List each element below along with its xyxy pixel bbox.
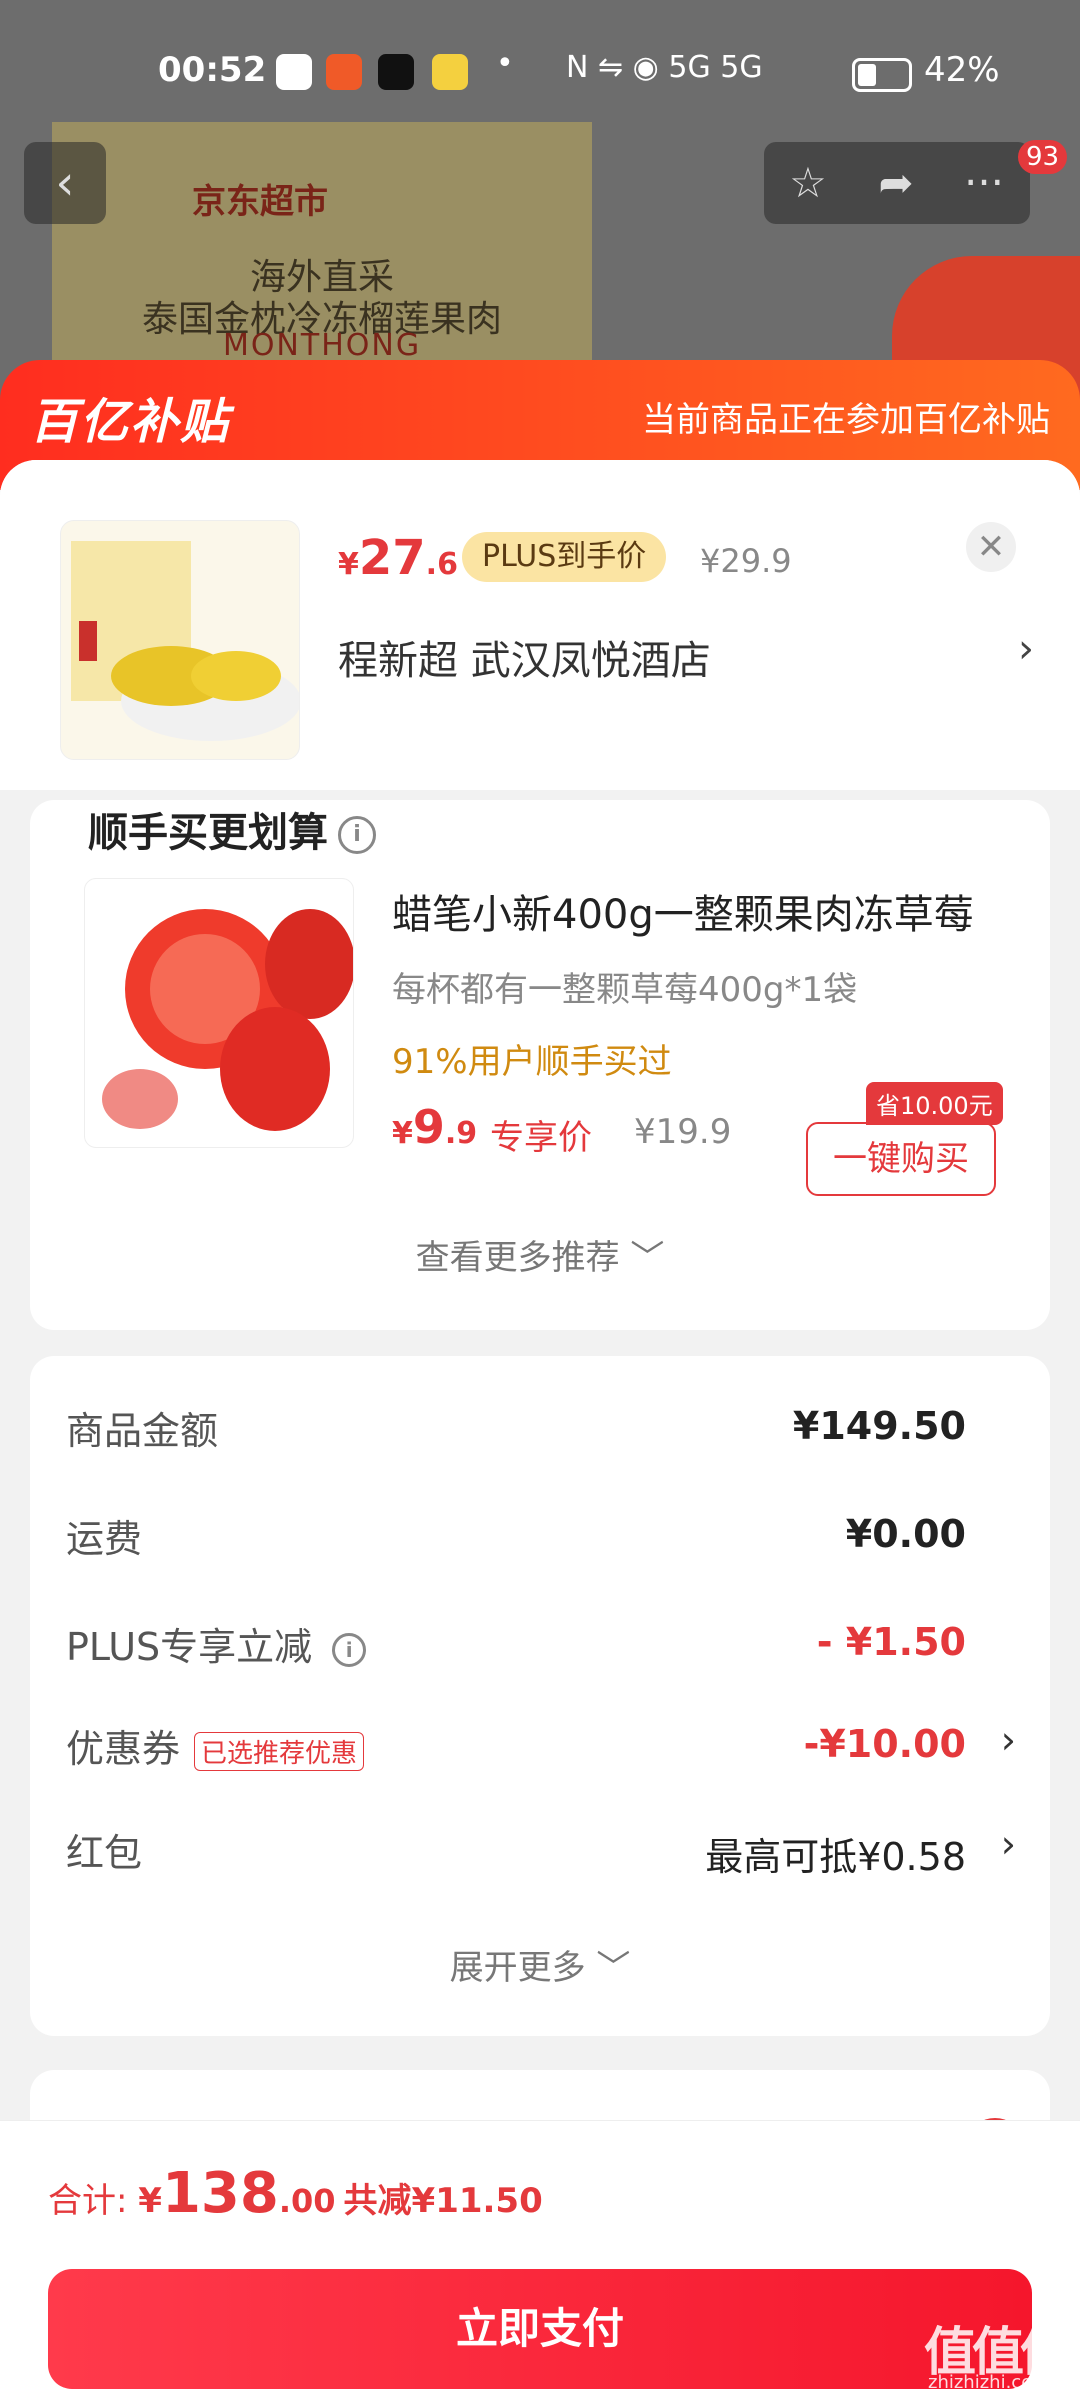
combo-price-tag: 专享价 (490, 1118, 592, 1158)
row-label: 商品金额 (66, 1409, 219, 1453)
battery-percent: 42% (924, 50, 1000, 90)
row-label: 运费 (66, 1517, 143, 1561)
combo-card: 顺手买更划算 i 蜡笔小新400g一整颗果肉冻草莓 每杯都有一整颗草莓400g*1… (30, 800, 1050, 1330)
close-icon: ✕ (976, 527, 1006, 567)
checkout-sheet: ¥27.6 PLUS到手价 ¥29.9 ✕ 程新超 武汉凤悦酒店 › 顺手买更划… (0, 460, 1080, 2400)
chevron-right-icon[interactable]: › (1001, 1822, 1016, 1866)
row-label: 红包 (66, 1831, 143, 1875)
total-label: 合计: (48, 2181, 139, 2221)
subsidy-logo: 百亿补贴 (30, 394, 231, 450)
share-icon[interactable]: ➦ (856, 142, 936, 224)
combo-price-currency: ¥ (392, 1116, 413, 1151)
row-goods-amount: 商品金额 ¥149.50 (66, 1400, 1016, 1460)
row-label: PLUS专享立减 i (66, 1616, 367, 1671)
price-int: 27 (358, 530, 426, 586)
combo-product-desc: 每杯都有一整颗草莓400g*1袋 (392, 970, 858, 1010)
tiktok-icon (378, 54, 414, 90)
total-saved: 共减¥11.50 (343, 2181, 543, 2221)
save-badge: 省10.00元 (866, 1082, 1003, 1125)
cart-badge: 93 (1018, 140, 1068, 174)
back-button[interactable]: ‹ (24, 142, 106, 224)
combo-product-name[interactable]: 蜡笔小新400g一整颗果肉冻草莓 (392, 882, 974, 940)
bottom-pay-bar: 合计: ¥138.00 共减¥11.50 立即支付 (0, 2120, 1080, 2401)
product-thumbnail (60, 520, 300, 760)
combo-original-price: ¥19.9 (634, 1112, 732, 1152)
total-currency: ¥ (138, 2181, 162, 2221)
store-logo: 京东超市 (192, 182, 328, 222)
row-value: ¥149.50 (792, 1404, 966, 1448)
combo-buy-stat: 91%用户顺手买过 (392, 1042, 672, 1082)
page-actions: ☆ ➦ ··· (764, 142, 1030, 224)
subsidy-text: 当前商品正在参加百亿补贴 (642, 400, 1050, 440)
expand-more-link[interactable]: 展开更多 ﹀ (30, 1940, 1050, 1989)
one-click-buy-button[interactable]: 一键购买 (806, 1122, 996, 1196)
product-price: ¥27.6 (338, 530, 458, 586)
price-currency: ¥ (338, 547, 359, 582)
order-totals-card: 商品金额 ¥149.50 运费 ¥0.00 PLUS专享立减 i - ¥1.50 … (30, 1356, 1050, 2036)
row-red-packet[interactable]: 红包 最高可抵¥0.58 › (66, 1822, 1016, 1882)
more-icon[interactable]: ··· (944, 142, 1024, 224)
status-bar: 00:52 • N ⇋ ◉ 5G 5G 42% (0, 36, 1080, 108)
row-value: 最高可抵¥0.58 (705, 1835, 966, 1879)
baidu-icon (276, 54, 312, 90)
chevron-left-icon: ‹ (55, 155, 75, 211)
row-value: ¥0.00 (845, 1512, 966, 1556)
watermark-url: zhizhizhi.com (928, 2372, 1050, 2393)
info-icon[interactable]: i (338, 816, 376, 854)
info-icon[interactable]: i (332, 1632, 367, 1667)
dot-icon: • (496, 46, 514, 81)
realme-icon (432, 54, 468, 90)
total-dec: .00 (278, 2182, 336, 2220)
combo-price-dec: .9 (444, 1116, 478, 1151)
more-recommendations-link[interactable]: 查看更多推荐 ﹀ (30, 1230, 1050, 1279)
coupon-tag: 已选推荐优惠 (194, 1732, 365, 1771)
product-header: ¥27.6 PLUS到手价 ¥29.9 ✕ 程新超 武汉凤悦酒店 › (0, 460, 1080, 790)
combo-price: ¥9.9 (392, 1100, 477, 1154)
row-value: - ¥1.50 (816, 1620, 966, 1664)
chevron-right-icon[interactable]: › (1001, 1718, 1016, 1762)
network-icons: N ⇋ ◉ 5G 5G (566, 50, 763, 85)
price-dec: .6 (425, 547, 458, 582)
combo-title-text: 顺手买更划算 (88, 810, 328, 856)
row-label-text: PLUS专享立减 (66, 1625, 313, 1669)
chevron-right-icon[interactable]: › (1018, 626, 1034, 672)
row-value: -¥10.00 (803, 1722, 966, 1766)
row-label-text: 优惠券 (66, 1727, 181, 1771)
status-time: 00:52 (158, 50, 267, 90)
combo-title: 顺手买更划算 i (88, 800, 376, 858)
row-plus-discount: PLUS专享立减 i - ¥1.50 (66, 1616, 1016, 1676)
row-shipping: 运费 ¥0.00 (66, 1508, 1016, 1568)
delivery-address[interactable]: 程新超 武汉凤悦酒店 (338, 628, 711, 686)
manhua-icon (326, 54, 362, 90)
pay-now-button[interactable]: 立即支付 (48, 2269, 1032, 2389)
plus-price-tag: PLUS到手价 (462, 532, 667, 582)
row-coupon[interactable]: 优惠券 已选推荐优惠 -¥10.00 › (66, 1718, 1016, 1778)
row-label: 优惠券 已选推荐优惠 (66, 1718, 365, 1773)
combo-price-int: 9 (412, 1100, 445, 1154)
favorite-star-icon[interactable]: ☆ (768, 142, 848, 224)
strawberry-image (102, 909, 353, 1131)
battery-icon (852, 58, 912, 92)
original-price: ¥29.9 (700, 542, 792, 580)
total-int: 138 (161, 2161, 279, 2226)
bg-line-3: MONTHONG (222, 328, 422, 363)
close-button[interactable]: ✕ (966, 522, 1016, 572)
durian-image (71, 541, 299, 741)
combo-product-image[interactable] (84, 878, 354, 1148)
total-line: 合计: ¥138.00 共减¥11.50 (48, 2161, 543, 2226)
